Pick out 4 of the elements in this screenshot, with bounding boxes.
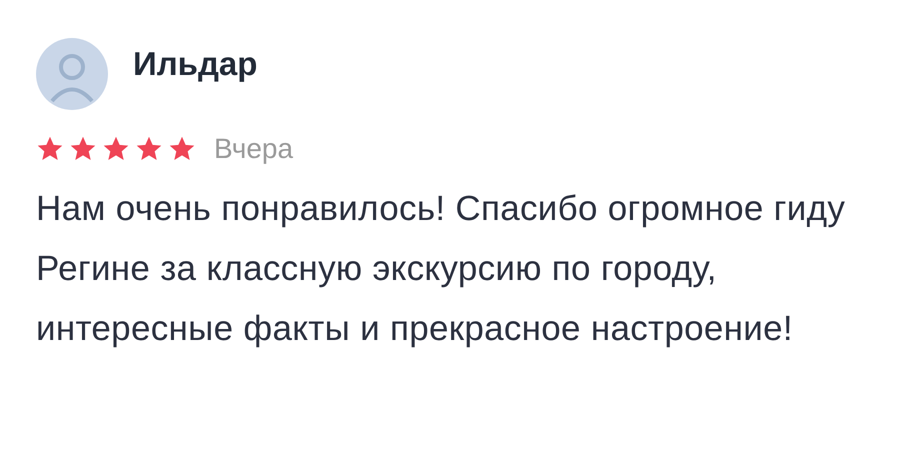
author-name: Ильдар [133,45,258,83]
review-date: Вчера [214,133,294,165]
review-text: Нам очень понравилось! Спасибо огромное гиду Регине за классную экскурсию по городу, интересные факты и прекрасное настроение! [36,188,846,350]
avatar-icon [36,38,108,110]
